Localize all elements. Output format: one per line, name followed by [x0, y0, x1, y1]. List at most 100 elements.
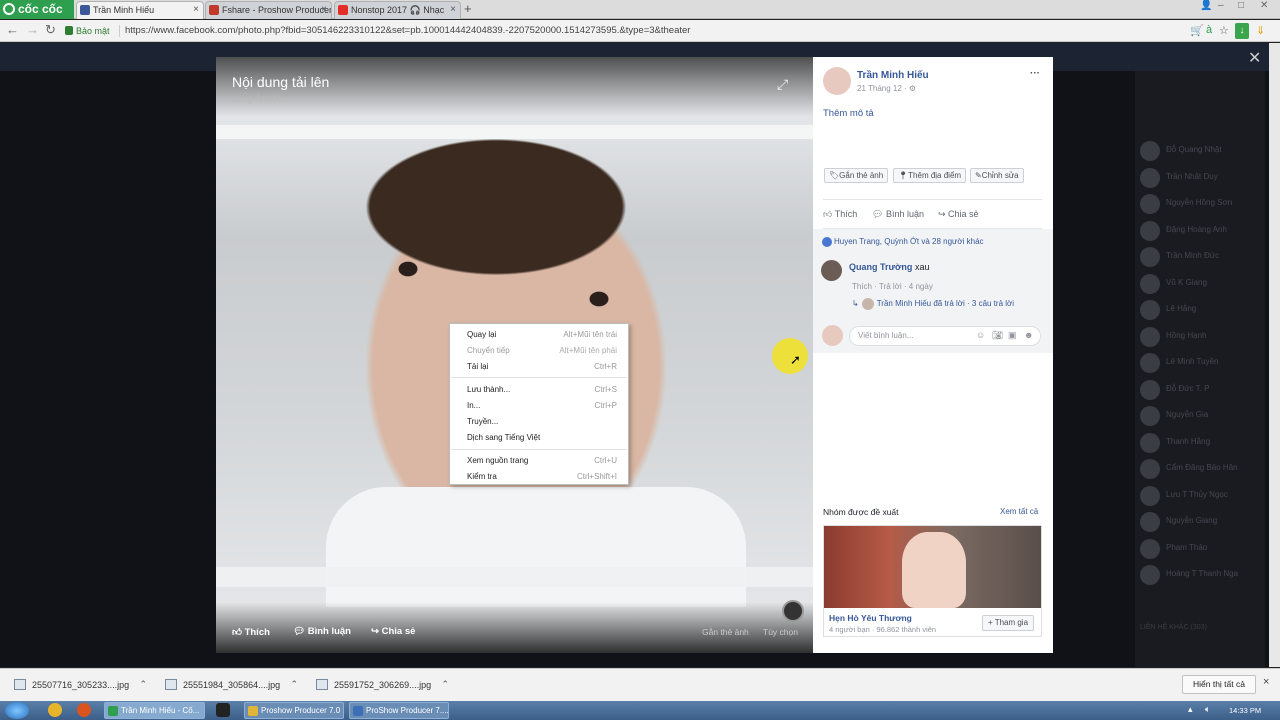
viewer-info-icon[interactable] [782, 600, 804, 622]
chevron-up-icon[interactable]: ⌃ [442, 679, 450, 690]
join-group-button[interactable]: + Tham gia [982, 615, 1034, 631]
chat-contact[interactable]: Trần Minh Đức [1140, 245, 1260, 267]
browser-brand-logo[interactable]: cốc cốc [0, 0, 74, 19]
group-cover-image[interactable] [824, 526, 1041, 608]
chat-contact[interactable]: Nguyễn Gia [1140, 404, 1260, 426]
chat-contact[interactable]: Trần Nhật Duy [1140, 166, 1260, 188]
fullscreen-icon[interactable]: ⤢ [777, 76, 788, 93]
forward-icon[interactable]: → [26, 22, 39, 37]
post-date[interactable]: 21 Tháng 12 · ⚙ [857, 84, 916, 93]
download-manager-icon[interactable]: ⇓ [1256, 24, 1265, 37]
viewer-subtitle[interactable]: trong Ảnh bìa [232, 94, 286, 104]
close-shelf-icon[interactable]: × [1263, 676, 1269, 688]
chat-contact[interactable]: Nguyễn Hồng Sơn [1140, 192, 1260, 214]
maximize-icon[interactable]: □ [1238, 0, 1244, 11]
download-item[interactable]: 25507716_305233....jpg ⌃ [14, 679, 147, 690]
menu-item-cast[interactable]: Truyền... [467, 417, 617, 429]
see-all-link[interactable]: Xem tất cả [1000, 507, 1038, 516]
chat-contact[interactable]: Đỗ Đức T. P [1140, 378, 1260, 400]
group-card[interactable]: Hẹn Hò Yêu Thương 4 người bạn · 96.862 t… [823, 525, 1042, 637]
comment-author[interactable]: Quang Trường [849, 262, 912, 272]
firefox-icon[interactable] [77, 703, 91, 717]
chat-contact[interactable]: Thanh Hằng [1140, 431, 1260, 453]
task-proshow-1[interactable]: Proshow Producer 7.0 [244, 702, 344, 719]
tab-fshare[interactable]: Fshare - Proshow Producer × [205, 1, 332, 19]
replies-link[interactable]: ↳ Trần Minh Hiếu đã trả lời · 3 câu trả l… [852, 298, 1014, 310]
task-browser[interactable]: Trần Minh Hiếu - Cố... [104, 702, 205, 719]
chat-contact[interactable]: Lê Hằng [1140, 298, 1260, 320]
new-tab-button[interactable]: + [464, 1, 472, 16]
chat-contact[interactable]: Hồng Hạnh [1140, 325, 1260, 347]
chevron-up-icon[interactable]: ⌃ [140, 679, 148, 690]
close-tab-icon[interactable]: × [193, 2, 199, 18]
menu-item-back[interactable]: Quay lại Alt+Mũi tên trái [467, 330, 617, 342]
user-icon[interactable]: 👤 [1200, 0, 1212, 11]
chat-contact[interactable]: Lưu T Thủy Ngọc [1140, 484, 1260, 506]
edit-button[interactable]: ✎Chỉnh sửa [970, 168, 1024, 183]
add-location-button[interactable]: 📍︎Thêm địa điểm [893, 168, 967, 183]
camera-icon[interactable]: 📷︎ [992, 330, 1003, 341]
download-item[interactable]: 25591752_306269....jpg ⌃ [316, 679, 449, 690]
author-name[interactable]: Trần Minh Hiếu [857, 70, 929, 81]
menu-item-view-source[interactable]: Xem nguồn trang Ctrl+U [467, 456, 617, 468]
chat-contact[interactable]: Hoàng T Thanh Nga [1140, 563, 1260, 585]
chevron-up-icon[interactable]: ⌃ [291, 679, 299, 690]
comment-button[interactable]: 💬︎ Bình luận [872, 209, 924, 220]
chat-contact[interactable]: Lê Minh Tuyền [1140, 351, 1260, 373]
menu-item-inspect[interactable]: Kiểm tra Ctrl+Shift+I [467, 472, 617, 484]
viewer-share-button[interactable]: ↪ Chia sẻ [371, 626, 415, 637]
menu-item-translate[interactable]: Dịch sang Tiếng Việt [467, 433, 617, 445]
close-tab-icon[interactable]: × [321, 2, 327, 18]
tray-arrow-icon[interactable]: ▴ [1188, 704, 1193, 715]
tag-photo-button[interactable]: 🏷︎Gắn thẻ ảnh [824, 168, 889, 183]
chrome-icon[interactable] [48, 703, 62, 717]
show-all-downloads-button[interactable]: Hiển thị tất cả [1182, 675, 1256, 694]
chat-contact[interactable]: Đặng Hoàng Anh [1140, 219, 1260, 241]
emoji-icon[interactable]: ☺ [976, 330, 985, 340]
close-window-icon[interactable]: ✕ [1260, 0, 1268, 11]
tab-youtube[interactable]: Nonstop 2017 🎧 Nhạc × [334, 1, 461, 19]
more-options-icon[interactable]: ··· [1030, 68, 1040, 79]
bookmark-star-icon[interactable]: ☆ [1219, 24, 1229, 37]
page-scrollbar[interactable] [1269, 43, 1280, 667]
download-icon[interactable]: ↓ [1235, 23, 1249, 39]
menu-item-save-as[interactable]: Lưu thành... Ctrl+S [467, 385, 617, 397]
avatar[interactable] [823, 67, 851, 95]
clock[interactable]: 14:33 PM [1229, 706, 1261, 715]
speaker-icon[interactable]: 🔈︎ [1205, 704, 1210, 715]
download-item[interactable]: 25551984_305864....jpg ⌃ [165, 679, 298, 690]
url-field[interactable]: https://www.facebook.com/photo.php?fbid=… [125, 24, 690, 38]
comment-meta[interactable]: Thích · Trả lời · 4 ngày [852, 282, 933, 291]
translate-icon[interactable]: à [1206, 24, 1212, 36]
menu-item-forward[interactable]: Chuyển tiếp Alt+Mũi tên phải [467, 346, 617, 358]
viewer-tag-photo[interactable]: Gắn thẻ ảnh [702, 627, 749, 637]
chat-contact[interactable]: Nguyễn Giang [1140, 510, 1260, 532]
start-button[interactable] [5, 702, 29, 719]
viewer-comment-button[interactable]: 💬︎ Bình luận [293, 626, 351, 637]
sticker-icon[interactable]: ☻ [1024, 330, 1033, 340]
back-icon[interactable]: ← [6, 22, 19, 37]
task-proshow-2[interactable]: ProShow Producer 7.... [349, 702, 449, 719]
chat-contact[interactable]: Phạm Thảo [1140, 537, 1260, 559]
secure-indicator[interactable]: Bảo mật [64, 24, 110, 38]
chat-contact[interactable]: Đỗ Quang Nhật [1140, 139, 1260, 161]
share-button[interactable]: ↪ Chia sẻ [938, 209, 979, 220]
chat-contact[interactable]: Vũ K Giang [1140, 272, 1260, 294]
reload-icon[interactable]: ↻ [45, 22, 56, 38]
avatar[interactable] [821, 260, 842, 281]
tab-facebook[interactable]: Trần Minh Hiếu × [76, 1, 204, 19]
group-name[interactable]: Hẹn Hò Yêu Thương [829, 613, 912, 623]
media-icon[interactable] [216, 703, 230, 717]
close-tab-icon[interactable]: × [450, 2, 456, 18]
viewer-like-button[interactable]: 👍︎ Thích [232, 626, 270, 638]
viewer-options[interactable]: Tùy chọn [763, 627, 798, 637]
chat-contact[interactable]: Cẩm Đăng Bảo Hân [1140, 457, 1260, 479]
cart-icon[interactable]: 🛒 [1190, 24, 1204, 37]
like-button[interactable]: 👍︎ Thích [823, 209, 857, 220]
add-description-link[interactable]: Thêm mô tả [823, 108, 874, 119]
close-viewer-icon[interactable]: ✕ [1248, 48, 1261, 68]
minimize-icon[interactable]: – [1218, 0, 1224, 11]
gif-icon[interactable]: ▣ [1008, 330, 1017, 341]
likes-summary[interactable]: Huyen Trang, Quỳnh Ớt và 28 người khác [822, 237, 984, 247]
menu-item-reload[interactable]: Tải lại Ctrl+R [467, 362, 617, 374]
